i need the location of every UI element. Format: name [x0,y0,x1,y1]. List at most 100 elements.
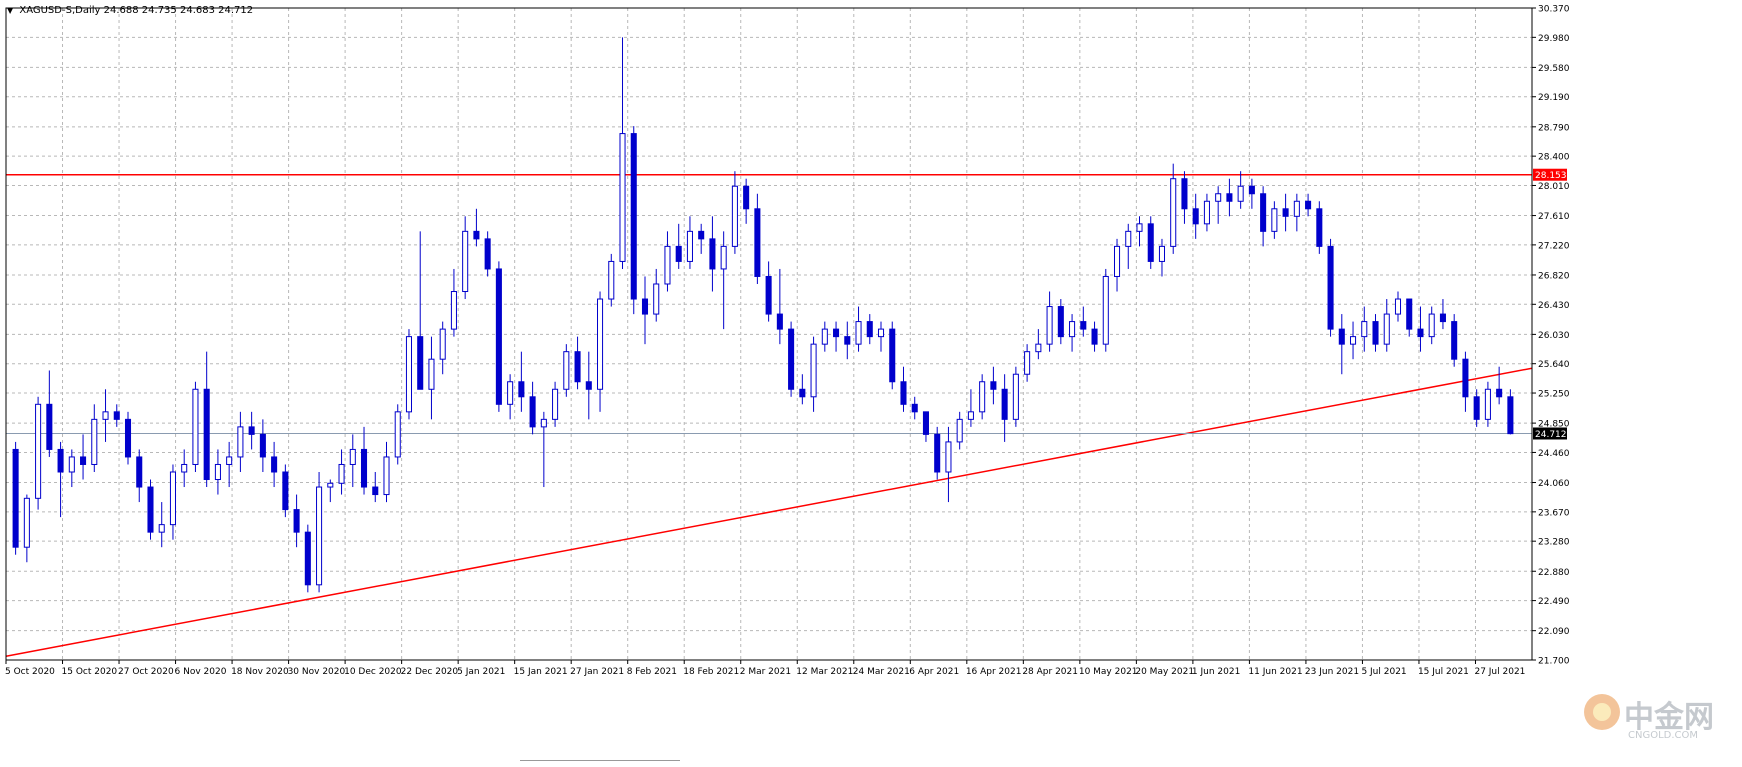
candle-bear [1192,208,1199,225]
candle-bear [1091,328,1098,345]
candle-bull [450,291,457,330]
chart-window[interactable]: 30.370 29.980 29.580 29.190 28.790 28.400 28.0… [0,0,1742,766]
time-tick-label: 16 Apr 2021 [966,667,1022,677]
candle-bull [462,230,469,293]
time-tick-label: 27 Oct 2020 [118,667,174,677]
time-tick-label: 15 Jan 2021 [514,667,568,677]
candle-bull [383,456,390,496]
candle-bear [271,456,278,473]
candle-bear [282,471,289,511]
candle-bull [1069,321,1076,338]
candle-bear [1147,223,1154,262]
candle-bull [1237,185,1244,202]
brand-logo-icon [1584,694,1620,730]
candle-bull [979,381,986,413]
time-tick-label: 27 Jul 2021 [1474,667,1525,677]
candle-bear [1451,321,1458,360]
time-tick-label: 12 Mar 2021 [796,667,853,677]
price-tick-label: 22.880 [1538,568,1570,578]
candle-bull [405,336,413,413]
chart-header: ▼ XAGUSD-S,Daily 24.688 24.735 24.683 24… [7,5,254,16]
candle-bear [417,336,424,390]
candle-bear [1226,193,1233,202]
candle-bear [1248,185,1255,195]
candle-bull [23,497,30,548]
time-tick-label: 18 Feb 2021 [683,667,739,677]
price-chart[interactable]: 30.370 29.980 29.580 29.190 28.790 28.400 28.0… [0,0,1742,766]
time-tick-label: 30 Nov 2020 [288,667,346,677]
watermark: 中金网 CNGOLD.COM [1584,690,1742,750]
candle-bear [529,396,536,428]
candle-bear [1338,328,1345,345]
candle-bear [743,185,750,210]
price-tick-label: 29.980 [1538,34,1570,44]
candle-bull [686,230,693,262]
time-tick-label: 1 Jun 2021 [1192,667,1240,677]
candle-bull [1383,313,1390,345]
candle-bull [720,245,727,270]
brand-url: CNGOLD.COM [1628,730,1699,741]
candle-bear [799,388,806,398]
candle-bear [754,208,761,277]
candle-bull [664,245,671,285]
candle-bull [1113,245,1121,277]
candle-bear [1462,358,1469,398]
candle-bear [518,381,525,398]
candle-bear [990,381,997,390]
price-tick-label: 28.400 [1538,153,1570,163]
candle-bear [1372,321,1379,345]
time-tick-label: 18 Nov 2020 [231,667,289,677]
candle-bear [372,486,379,496]
candle-bear [1316,208,1323,247]
symbol-name: XAGUSD-S [19,5,72,16]
time-tick-label: 10 May 2021 [1079,667,1138,677]
candle-bull [597,298,604,390]
candle-bear [776,313,783,330]
candle-bull [731,185,738,247]
candle-bear [124,418,132,458]
candle-bull [158,524,165,533]
price-tick-label: 25.640 [1538,360,1570,370]
candle-bull [821,328,828,345]
candle-bull [855,321,862,345]
time-tick-label: 24 Mar 2021 [853,667,910,677]
candle-bull [316,486,323,586]
candle-bear [1507,396,1514,435]
candle-bull [877,328,885,338]
candle-bull [1102,275,1109,345]
axes: 30.370 29.980 29.580 29.190 28.790 28.400 28.0… [5,5,1570,678]
price-tick-label: 28.790 [1538,123,1570,133]
candle-bear [900,381,907,405]
price-tick-label: 24.460 [1538,449,1570,459]
time-tick-label: 22 Dec 2020 [401,667,459,677]
candle-bull [91,418,98,465]
candle-bear [57,448,64,473]
candle-bear [1473,396,1480,420]
candle-bull [214,463,221,481]
candle-bull [338,463,345,484]
candle-bear [1327,245,1334,330]
candle-bear [922,411,929,435]
price-tick-label: 22.090 [1538,627,1570,637]
candle-bull [967,411,974,420]
candle-bull [169,471,176,526]
time-tick-label: 5 Jul 2021 [1361,667,1406,677]
candle-bull [956,418,963,443]
candle-bull [1361,321,1368,338]
candle-bull [1158,245,1166,262]
time-tick-label: 10 Dec 2020 [344,667,402,677]
price-tick-label: 28.010 [1538,182,1570,192]
candle-bear [765,275,772,315]
candle-bear [293,509,300,533]
candle-bull [1035,343,1042,353]
candle-bull [192,388,199,465]
candle-bull [1215,193,1222,202]
candle-bear [360,448,368,488]
candle-bear [473,230,480,240]
time-tick-label: 15 Oct 2020 [62,667,118,677]
price-tick-label: 23.280 [1538,538,1570,548]
candle-bear [585,381,592,390]
price-tick-label: 27.610 [1538,212,1570,222]
dropdown-triangle-icon[interactable]: ▼ [7,6,13,15]
candle-bull [349,448,356,465]
